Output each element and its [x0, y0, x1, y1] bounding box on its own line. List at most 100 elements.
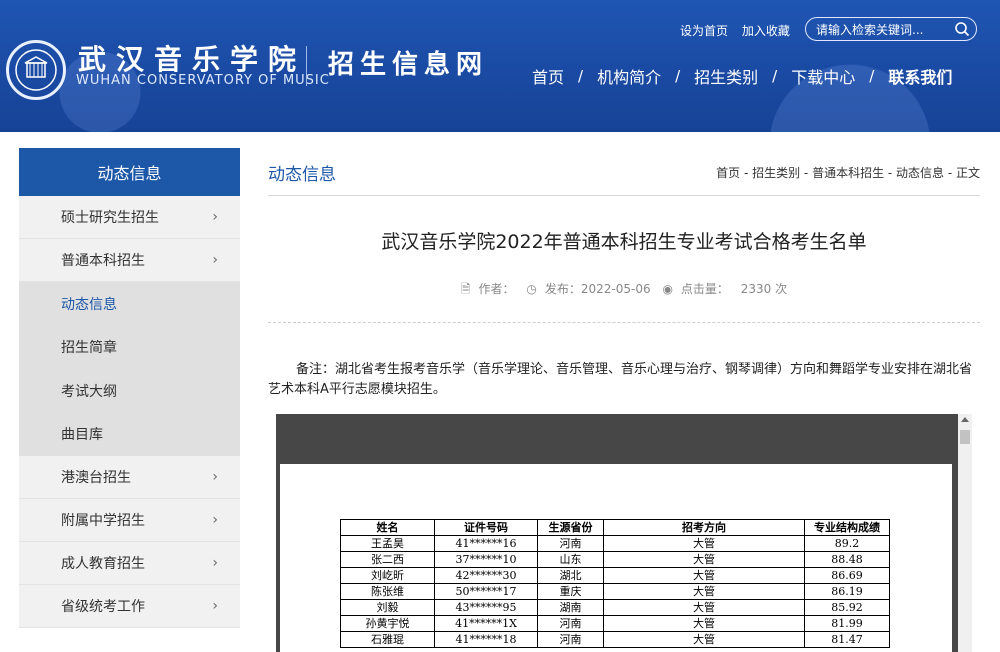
logo-english-name: WUHAN CONSERVATORY OF MUSIC: [76, 73, 330, 88]
table-row: 王孟昊 41******16 河南 大管 89.2: [340, 535, 890, 552]
cell-id: 50******17: [434, 583, 538, 600]
sidebar-item-graduate[interactable]: 硕士研究生招生 ›: [19, 196, 240, 239]
sidebar-item-adult-education[interactable]: 成人教育招生 ›: [19, 542, 240, 585]
sidebar-title: 动态信息: [19, 148, 240, 196]
sidebar: 动态信息 硕士研究生招生 › 普通本科招生 › 动态信息 招生简章 考试大纲 曲目库…: [19, 148, 240, 628]
sidebar-subitem-brochure[interactable]: 招生简章: [19, 325, 240, 369]
nav-downloads[interactable]: 下载中心: [791, 64, 855, 88]
sidebar-item-undergraduate[interactable]: 普通本科招生 ›: [19, 239, 240, 282]
chevron-right-icon: ›: [212, 209, 218, 225]
sidebar-item-label: 成人教育招生: [61, 556, 145, 572]
breadcrumb[interactable]: 首页 - 招生类别 - 普通本科招生 - 动态信息 - 正文: [716, 164, 980, 181]
cell-id: 37******10: [434, 551, 538, 568]
chevron-right-icon: ›: [212, 512, 218, 528]
cell-score: 81.47: [804, 631, 890, 648]
cell-name: 王孟昊: [340, 535, 435, 552]
table-row: 陈张维 50******17 重庆 大管 86.19: [340, 583, 890, 600]
chevron-right-icon: ›: [212, 469, 218, 485]
site-header: 武汉音乐学院 WUHAN CONSERVATORY OF MUSIC 招生信息网…: [0, 0, 1000, 132]
add-favorite-link[interactable]: 加入收藏: [742, 24, 790, 38]
divider: [268, 322, 980, 323]
table-row: 刘屹昕 42******30 湖北 大管 86.69: [340, 567, 890, 584]
cell-id: 42******30: [434, 567, 538, 584]
sidebar-item-label: 附属中学招生: [61, 513, 145, 529]
cell-direction: 大管: [603, 567, 805, 584]
nav-separator: /: [578, 67, 584, 85]
school-seal-icon[interactable]: [6, 40, 66, 100]
nav-contact[interactable]: 联系我们: [888, 64, 952, 88]
sidebar-item-label: 普通本科招生: [61, 253, 145, 269]
cell-score: 81.99: [804, 615, 890, 632]
scroll-thumb[interactable]: [960, 430, 970, 444]
sidebar-subitem-syllabus[interactable]: 考试大纲: [19, 369, 240, 413]
sidebar-item-affiliated-school[interactable]: 附属中学招生 ›: [19, 499, 240, 542]
cell-id: 41******18: [434, 631, 538, 648]
content-header: 动态信息 首页 - 招生类别 - 普通本科招生 - 动态信息 - 正文: [268, 152, 980, 196]
sidebar-subitem-repertoire[interactable]: 曲目库: [19, 412, 240, 456]
results-table: 姓名 证件号码 生源省份 招考方向 专业结构成绩 王孟昊 41******16 河南…: [340, 519, 890, 648]
nav-categories[interactable]: 招生类别: [694, 64, 758, 88]
nav-about[interactable]: 机构简介: [597, 64, 661, 88]
author-icon: 🗎: [460, 282, 471, 296]
section-title: 动态信息: [268, 165, 336, 185]
sidebar-item-label: 港澳台招生: [61, 470, 131, 486]
cell-name: 石雅琨: [340, 631, 435, 648]
article-note: 备注：湖北省考生报考音乐学（音乐学理论、音乐管理、音乐心理与治疗、钢琴调律）方向…: [268, 362, 973, 397]
cell-direction: 大管: [603, 535, 805, 552]
cell-score: 86.19: [804, 583, 890, 600]
cell-direction: 大管: [603, 631, 805, 648]
pdf-viewer[interactable]: 姓名 证件号码 生源省份 招考方向 专业结构成绩 王孟昊 41******16 河南…: [276, 414, 972, 652]
cell-score: 86.69: [804, 567, 890, 584]
table-header-row: 姓名 证件号码 生源省份 招考方向 专业结构成绩: [340, 519, 890, 536]
set-homepage-link[interactable]: 设为首页: [680, 24, 728, 38]
nav-home[interactable]: 首页: [532, 64, 564, 88]
top-links: 设为首页 加入收藏: [680, 22, 800, 39]
cell-direction: 大管: [603, 551, 805, 568]
sidebar-subitem-news[interactable]: 动态信息: [19, 282, 240, 326]
cell-id: 43******95: [434, 599, 538, 616]
logo-chinese-name[interactable]: 武汉音乐学院: [78, 38, 306, 78]
nav-separator: /: [675, 67, 681, 85]
views-label: 点击量：: [680, 282, 729, 296]
article-meta: 🗎 作者： ◷ 发布：2022-05-06 ◉ 点击量： 2330 次: [268, 280, 980, 301]
cell-province: 河南: [537, 631, 604, 648]
cell-province: 山东: [537, 551, 604, 568]
logo-divider: [306, 46, 307, 86]
pdf-page: 姓名 证件号码 生源省份 招考方向 专业结构成绩 王孟昊 41******16 河南…: [280, 464, 952, 652]
article-title: 武汉音乐学院2022年普通本科招生专业考试合格考生名单: [381, 231, 867, 253]
table-row: 石雅琨 41******18 河南 大管 81.47: [340, 631, 890, 648]
cell-province: 河南: [537, 535, 604, 552]
cell-name: 孙黄宇悦: [340, 615, 435, 632]
chevron-right-icon: ›: [212, 252, 218, 268]
cell-score: 85.92: [804, 599, 890, 616]
cell-direction: 大管: [603, 599, 805, 616]
header-score: 专业结构成绩: [804, 519, 890, 536]
cell-score: 89.2: [804, 535, 890, 552]
cell-province: 河南: [537, 615, 604, 632]
cell-province: 重庆: [537, 583, 604, 600]
sidebar-item-label: 硕士研究生招生: [61, 210, 159, 226]
scroll-up-arrow-icon[interactable]: [961, 417, 969, 422]
cell-province: 湖北: [537, 567, 604, 584]
cell-name: 刘屹昕: [340, 567, 435, 584]
header-name: 姓名: [340, 519, 435, 536]
chevron-right-icon: ›: [212, 555, 218, 571]
table-row: 张二西 37******10 山东 大管 88.48: [340, 551, 890, 568]
sidebar-item-provincial-exam[interactable]: 省级统考工作 ›: [19, 585, 240, 628]
views-count: 2330 次: [740, 282, 788, 296]
cell-id: 41******16: [434, 535, 538, 552]
nav-separator: /: [869, 67, 875, 85]
cell-name: 刘毅: [340, 599, 435, 616]
viewer-scrollbar[interactable]: [958, 414, 972, 652]
nav-separator: /: [772, 67, 778, 85]
search-icon[interactable]: [954, 21, 970, 37]
author-label: 作者：: [478, 282, 515, 296]
sidebar-item-hk-macau-taiwan[interactable]: 港澳台招生 ›: [19, 456, 240, 499]
search-input[interactable]: [814, 20, 953, 40]
search-box: [805, 17, 977, 41]
site-name[interactable]: 招生信息网: [328, 44, 488, 81]
cell-direction: 大管: [603, 583, 805, 600]
chevron-right-icon: ›: [212, 598, 218, 614]
cell-name: 张二西: [340, 551, 435, 568]
table-row: 孙黄宇悦 41******1X 河南 大管 81.99: [340, 615, 890, 632]
